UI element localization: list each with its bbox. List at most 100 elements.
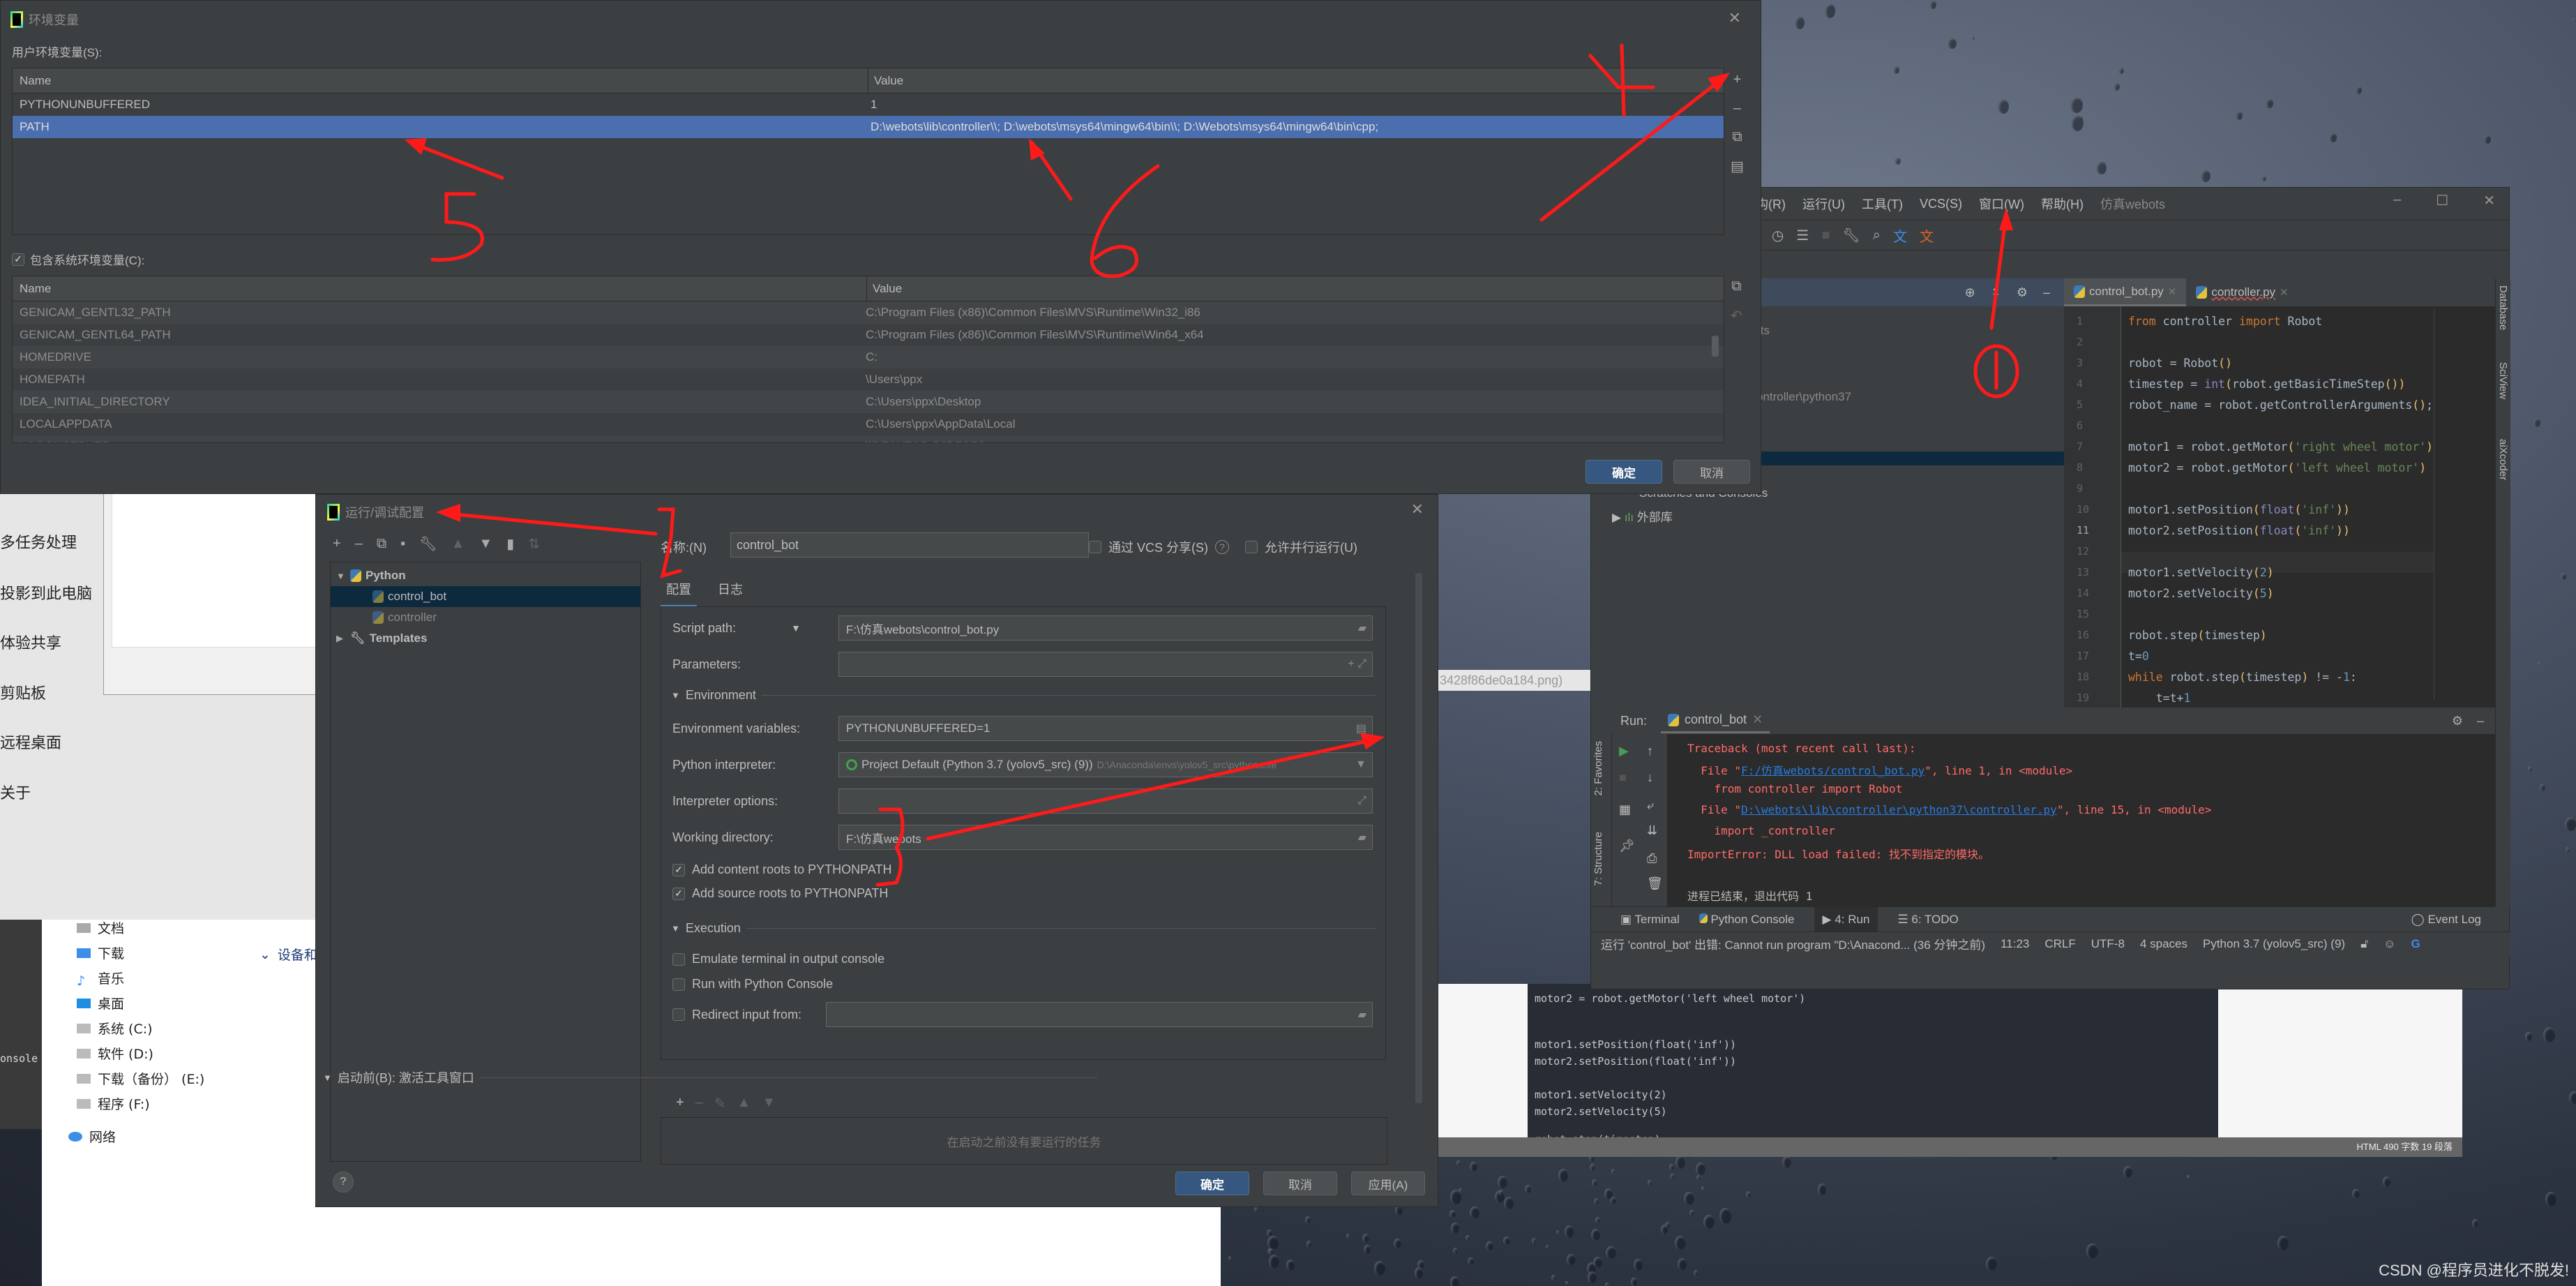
tree-item-external-libs[interactable]: ▶ ılı 外部库 [1612, 507, 1673, 525]
minimap[interactable] [2434, 309, 2490, 700]
tab-run[interactable]: ▶ 4: Run [1814, 906, 1878, 932]
checkbox[interactable]: ✓ [672, 887, 685, 900]
translate-icon[interactable]: 文 [1893, 225, 1907, 246]
ok-button[interactable]: 确定 [1175, 1172, 1249, 1195]
folder-add-icon[interactable]: ▮ [506, 535, 514, 553]
code-line[interactable]: motor2 = robot.getMotor('left wheel moto… [2128, 461, 2426, 474]
inspector-icon[interactable]: ☺ [2383, 937, 2395, 951]
expand-icon[interactable]: ⤢ [1357, 795, 1366, 807]
line-number[interactable]: 5 [2077, 398, 2083, 411]
settings-item[interactable]: 体验共享 [0, 631, 61, 653]
run-with-console-checkbox[interactable]: Run with Python Console [672, 977, 833, 992]
layout-icon[interactable]: ▦ [1619, 802, 1631, 817]
help-button[interactable]: ? [333, 1172, 354, 1192]
before-launch-section[interactable]: ▼ 启动前(B): 激活工具窗口 [323, 1068, 1097, 1086]
event-log-button[interactable]: ◯ Event Log [2411, 913, 2481, 927]
add-content-roots-checkbox[interactable]: ✓ Add content roots to PYTHONPATH [672, 862, 891, 877]
table-row[interactable]: LOCALAPPDATA C:\Users\ppx\AppData\Local [13, 413, 1724, 435]
paste-icon[interactable]: ▤ [1731, 158, 1744, 175]
table-row[interactable]: GENICAM_GENTL32_PATH C:\Program Files (x8… [13, 301, 1724, 324]
line-number[interactable]: 2 [2077, 336, 2083, 348]
copy-icon[interactable]: ⧉ [377, 536, 386, 552]
tab-configuration[interactable]: 配置 [661, 577, 697, 608]
environment-section[interactable]: ▼ Environment [671, 688, 1376, 703]
nav-downloads[interactable]: 下载 [77, 943, 124, 962]
redirect-input-field[interactable]: ▰ [826, 1002, 1373, 1027]
close-tab-icon[interactable]: ✕ [2280, 286, 2289, 299]
scrollbar[interactable] [1415, 573, 1422, 1103]
menu-window[interactable]: 窗口(W) [1979, 195, 2024, 213]
tree-python-group[interactable]: ▼ Python [331, 565, 640, 586]
line-number[interactable]: 8 [2077, 461, 2083, 474]
scrollbar[interactable] [1712, 336, 1719, 357]
env-vars-input[interactable]: PYTHONUNBUFFERED=1 ▤ [838, 716, 1373, 741]
pin-icon[interactable]: 📌︎ [1619, 839, 1635, 853]
nav-drive-d[interactable]: 软件 (D:) [77, 1044, 153, 1063]
tab-todo[interactable]: ☰ 6: TODO [1897, 913, 1958, 927]
tab-controller[interactable]: controller.py ✕ [2186, 278, 2298, 306]
tool-database[interactable]: Database [2497, 285, 2509, 330]
add-icon[interactable]: + [333, 536, 341, 552]
remove-icon[interactable]: – [355, 536, 363, 552]
collapse-icon[interactable]: ⇕ [1991, 285, 2001, 300]
tree-config-control-bot[interactable]: control_bot [331, 586, 640, 607]
execution-section[interactable]: ▼ Execution [671, 921, 1376, 936]
line-number[interactable]: 7 [2077, 440, 2083, 453]
nav-drive-e[interactable]: 下载（备份） (E:) [77, 1069, 204, 1088]
line-number[interactable]: 1 [2077, 315, 2083, 327]
expand-icon[interactable]: + ⤢ [1348, 658, 1366, 671]
line-number[interactable]: 18 [2077, 671, 2089, 683]
copy-icon[interactable]: ⧉ [1731, 278, 1741, 294]
table-row[interactable]: HOMEPATH \Users\ppx [13, 368, 1724, 391]
code-line[interactable]: t=0 [2128, 650, 2149, 663]
file-link[interactable]: F:/仿真webots/control_bot.py [1741, 764, 1925, 777]
menu-vcs[interactable]: VCS(S) [1920, 197, 1962, 211]
code-line[interactable]: from controller import Robot [2128, 315, 2322, 328]
table-row[interactable]: GENICAM_GENTL64_PATH C:\Program Files (x8… [13, 324, 1724, 346]
line-number[interactable]: 16 [2077, 629, 2089, 641]
stop-icon[interactable]: ■ [1619, 770, 1627, 785]
remove-icon[interactable]: – [1733, 100, 1741, 117]
tool-structure[interactable]: 7: Structure [1592, 832, 1604, 886]
gear-icon[interactable]: ⚙ [2017, 285, 2028, 300]
minimize-button[interactable]: – [2393, 192, 2401, 209]
nav-music[interactable]: ♪ 音乐 [77, 969, 124, 989]
move-down-icon[interactable]: ▼ [762, 1095, 776, 1112]
remove-icon[interactable]: – [695, 1095, 703, 1112]
table-row-selected[interactable]: PATH D:\webots\lib\controller\\; D:\webo… [13, 116, 1724, 138]
concurrency-icon[interactable]: ☰ [1796, 227, 1809, 244]
sort-icon[interactable]: ⇅ [528, 535, 540, 553]
stop-icon[interactable]: ■ [1821, 227, 1830, 244]
table-row[interactable]: HOMEDRIVE C: [13, 346, 1724, 368]
name-input[interactable]: control_bot [730, 532, 1089, 558]
move-up-icon[interactable]: ▲ [451, 536, 465, 552]
line-number[interactable]: 19 [2077, 691, 2089, 704]
nav-drive-c[interactable]: 系统 (C:) [77, 1019, 153, 1038]
translate-alt-icon[interactable]: 文 [1920, 225, 1934, 246]
copy-icon[interactable]: ⧉ [1732, 129, 1742, 145]
print-icon[interactable]: ⎙ [1647, 851, 1657, 866]
line-number[interactable]: 4 [2077, 377, 2083, 390]
menu-run[interactable]: 运行(U) [1802, 195, 1845, 213]
code-line[interactable]: motor2.setVelocity(5) [2128, 587, 2274, 600]
include-system-checkbox[interactable]: ✓ 包含系统环境变量(C): [12, 251, 144, 268]
column-name[interactable]: Name [13, 74, 51, 88]
line-number[interactable]: 14 [2077, 587, 2089, 599]
wrench-icon[interactable]: 🔧︎ [1842, 227, 1860, 244]
code-line[interactable]: timestep = int(robot.getBasicTimeStep()) [2128, 377, 2405, 391]
line-number[interactable]: 11 [2077, 524, 2089, 537]
parameters-input[interactable]: + ⤢ [838, 652, 1373, 677]
move-up-icon[interactable]: ▲ [737, 1095, 751, 1112]
column-name[interactable]: Name [13, 282, 51, 296]
code-line[interactable]: robot.step(timestep) [2128, 629, 2267, 642]
tab-control-bot[interactable]: control_bot.py ✕ [2064, 278, 2187, 306]
tab-python-console[interactable]: Python Console [1698, 913, 1795, 927]
scroll-to-end-icon[interactable]: ⇊ [1647, 823, 1657, 838]
chevron-down-icon[interactable]: ▼ [1355, 758, 1366, 771]
checkbox[interactable] [672, 952, 685, 966]
settings-item[interactable]: 关于 [0, 781, 31, 803]
settings-item[interactable]: 剪贴板 [0, 681, 46, 703]
wrench-icon[interactable]: 🔧︎ [419, 535, 437, 553]
run-tab[interactable]: control_bot ✕ [1661, 708, 1770, 733]
code-line[interactable]: motor1 = robot.getMotor('right wheel mot… [2128, 440, 2433, 454]
